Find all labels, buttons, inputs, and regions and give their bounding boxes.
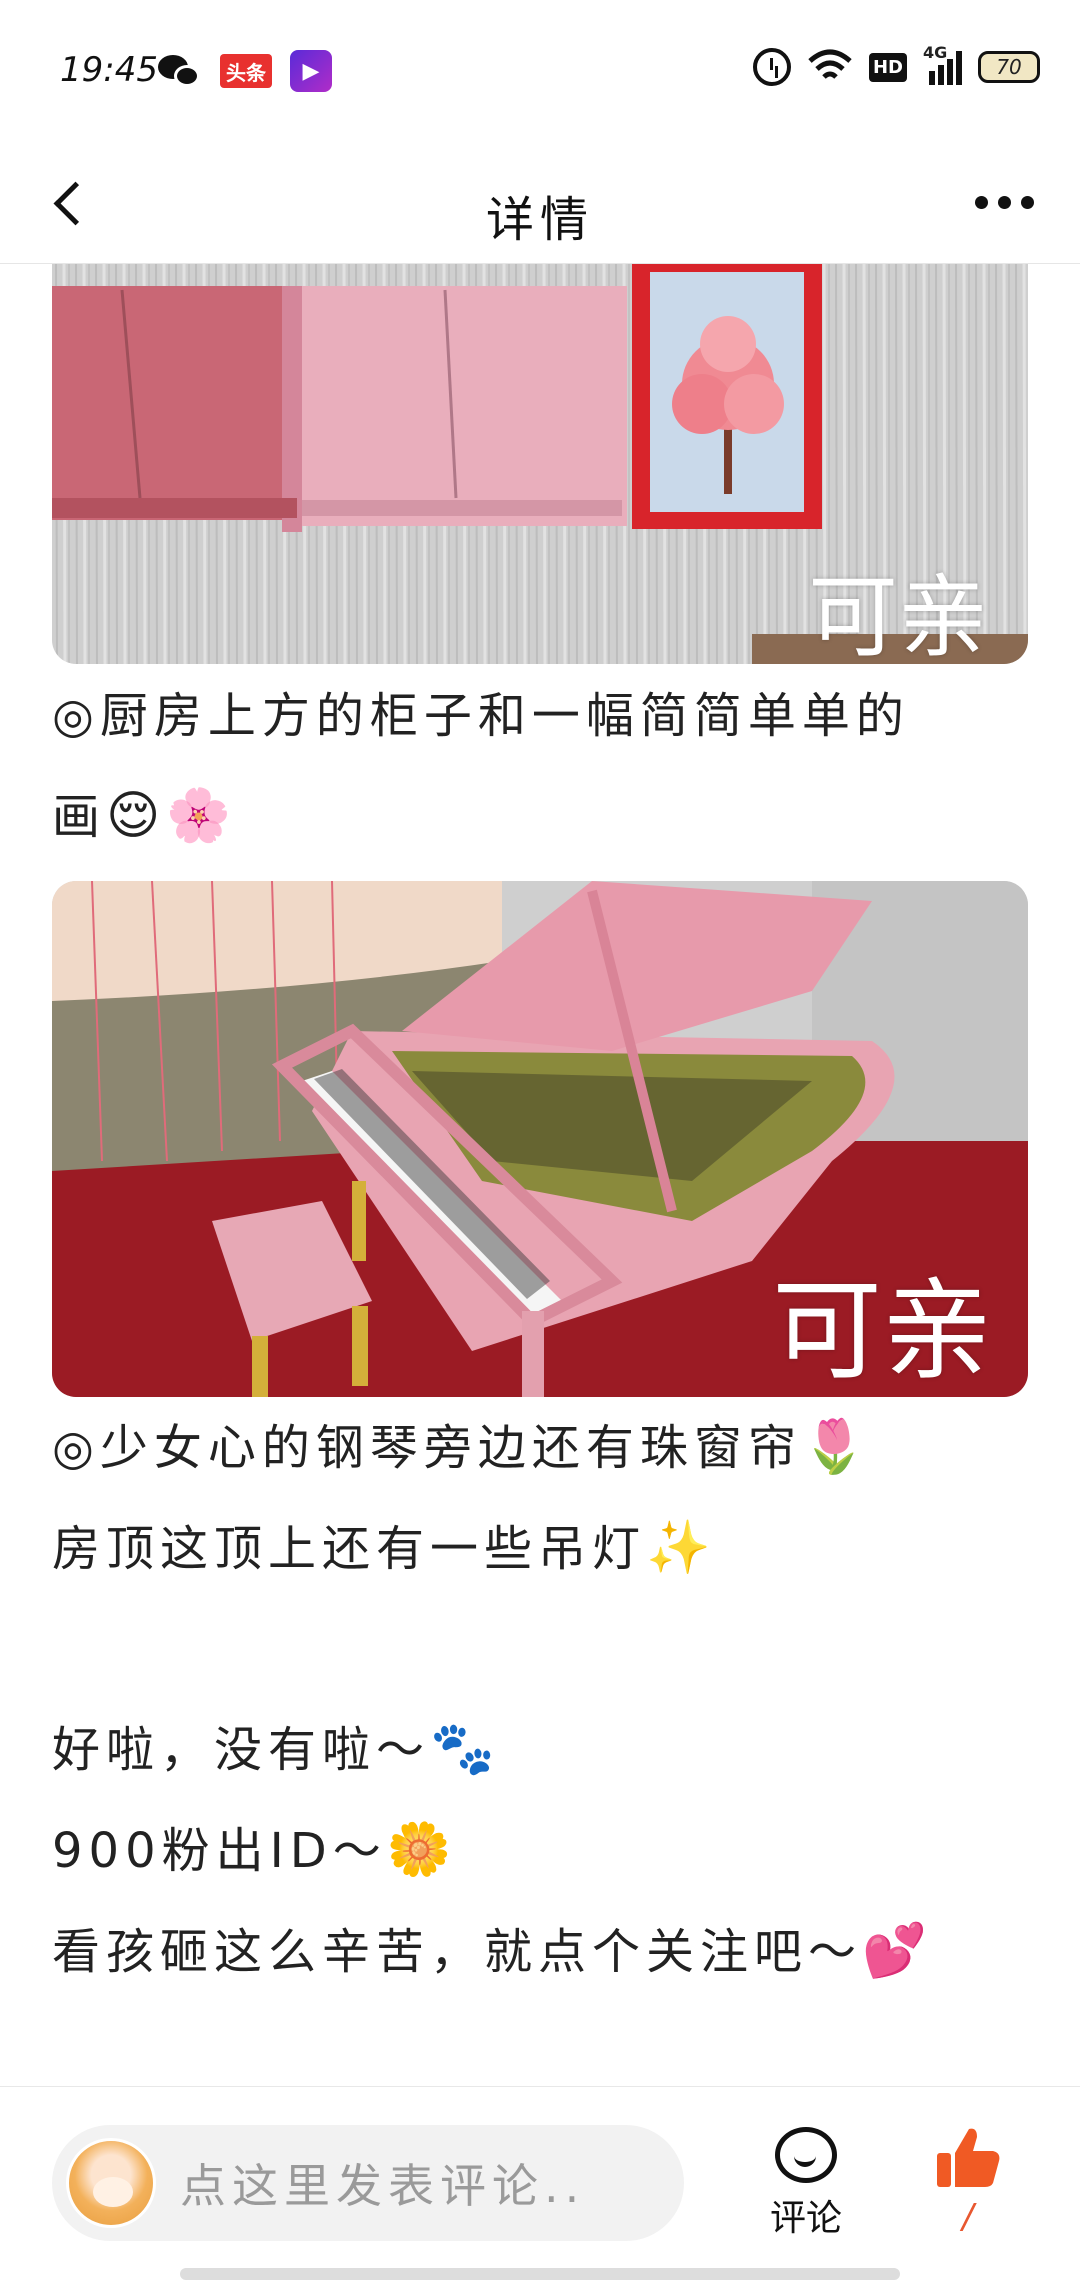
caption-text-line: ◎少女心的钢琴旁边还有珠窗帘🌷: [52, 1397, 1028, 1498]
post-image-piano[interactable]: 可亲: [52, 881, 1028, 1397]
emoji-icon: 🐾: [430, 1719, 501, 1779]
thumbs-up-icon: [937, 2128, 1000, 2187]
caption-text-line: 好啦，没有啦～🐾: [52, 1699, 1028, 1800]
comment-placeholder: 点这里发表评论..: [180, 2159, 586, 2213]
watermark: 可亲: [772, 1267, 992, 1395]
like-button[interactable]: /: [918, 2123, 1018, 2237]
like-count: /: [962, 2197, 974, 2237]
battery-icon: 70: [978, 51, 1040, 83]
nav-bar: 详情: [0, 140, 1080, 264]
comment-label: 评论: [769, 2198, 842, 2239]
caption-text: 900粉出ID～: [52, 1823, 387, 1879]
bottom-action-bar: 点这里发表评论.. 评论 /: [0, 2086, 1080, 2280]
notification-icons: 头条 ▶: [158, 50, 332, 92]
emoji-icons: 😌🌸: [106, 786, 237, 846]
page-title: 详情: [485, 192, 594, 248]
caption-text: 好啦，没有啦～: [52, 1722, 431, 1778]
alarm-icon: [752, 48, 791, 86]
system-icons: HD 4G 70: [752, 43, 1040, 86]
toutiao-icon: 头条: [220, 54, 272, 88]
status-time: 19:45: [60, 50, 158, 90]
wifi-icon: [808, 49, 852, 79]
caption-cabinet: ◎厨房上方的柜子和一幅简简单单的 画😌🌸: [52, 666, 1028, 867]
caption-text: ◎厨房上方的柜子和一幅简简单单的: [52, 688, 910, 744]
caption-text: 画: [52, 789, 107, 845]
caption-text-line: 900粉出ID～🌼: [52, 1800, 1028, 1901]
caption-text-line: 房顶这顶上还有一些吊灯✨: [52, 1498, 1028, 1599]
comment-icon: [775, 2127, 837, 2183]
hd-icon: HD: [868, 52, 907, 82]
post-image-cabinet[interactable]: 可亲: [52, 264, 1028, 664]
caption-text: 看孩砸这么辛苦，就点个关注吧～: [52, 1924, 863, 1980]
signal-icon: 4G: [923, 43, 962, 85]
caption-text: 房顶这顶上还有一些吊灯: [52, 1521, 647, 1577]
caption-text: ◎少女心的钢琴旁边还有珠窗帘: [52, 1420, 802, 1476]
home-indicator[interactable]: [180, 2268, 900, 2280]
wechat-icon: [158, 53, 202, 89]
status-bar: 19:45 头条 ▶ HD 4G 70: [0, 0, 1080, 140]
more-options-icon[interactable]: [975, 196, 1034, 209]
avatar: [66, 2138, 156, 2228]
network-type: 4G: [923, 43, 948, 62]
emoji-icon: 🌷: [801, 1417, 873, 1477]
post-content: 可亲 ◎厨房上方的柜子和一幅简简单单的 画😌🌸 可亲 ◎少女心的钢琴旁边还有珠窗…: [52, 264, 1028, 2002]
detail-page: 19:45 头条 ▶ HD 4G 70 详情 可亲 ◎厨房上方的柜子和一幅简简单…: [0, 0, 1080, 2280]
caption-text-line: 看孩砸这么辛苦，就点个关注吧～💕: [52, 1901, 1028, 2002]
emoji-icon: 💕: [862, 1921, 933, 1981]
caption-text-line: 画😌🌸: [52, 766, 1028, 867]
comment-button[interactable]: 评论: [756, 2127, 856, 2241]
emoji-icon: 🌼: [386, 1820, 458, 1880]
caption-piano: ◎少女心的钢琴旁边还有珠窗帘🌷 房顶这顶上还有一些吊灯✨ 好啦，没有啦～🐾 90…: [52, 1397, 1028, 2002]
video-app-icon: ▶: [290, 50, 332, 92]
watermark: 可亲: [808, 565, 988, 664]
comment-input[interactable]: 点这里发表评论..: [52, 2125, 684, 2241]
emoji-icon: ✨: [646, 1518, 717, 1578]
